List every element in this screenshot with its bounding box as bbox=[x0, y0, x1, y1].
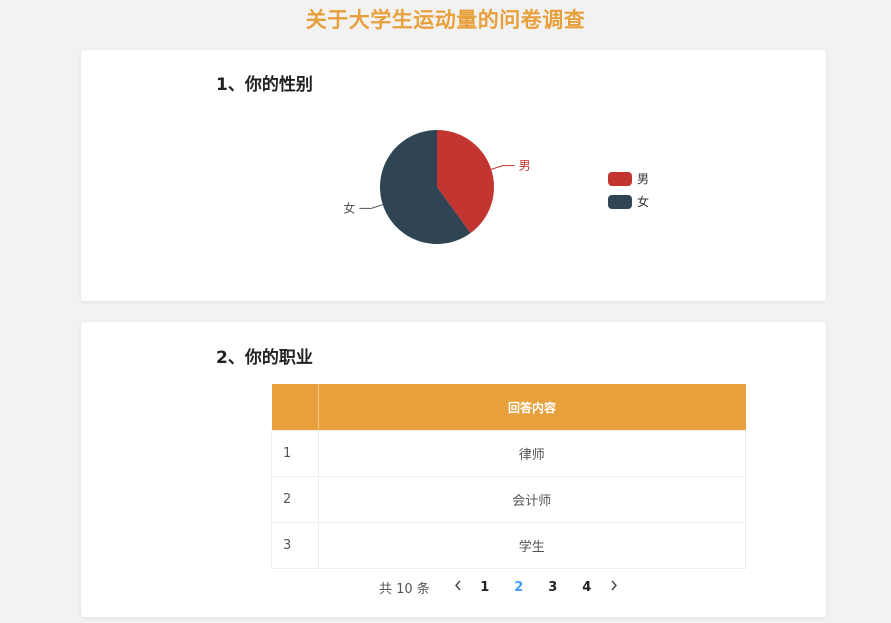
page-title: 关于大学生运动量的问卷调查 bbox=[305, 8, 586, 32]
pie-leader-line bbox=[491, 165, 515, 170]
page-3-button[interactable]: 3 bbox=[536, 580, 570, 595]
legend-swatch-female bbox=[608, 194, 632, 209]
gender-pie-chart: 男女 bbox=[343, 130, 531, 244]
row-answer: 学生 bbox=[317, 522, 746, 569]
legend-swatch-male bbox=[608, 171, 632, 186]
pie-label: 女 bbox=[343, 200, 355, 215]
legend-item-male[interactable]: 男 bbox=[608, 167, 649, 190]
legend-label: 男 bbox=[637, 172, 650, 186]
table-row: 1 律师 bbox=[271, 430, 746, 477]
row-index: 3 bbox=[271, 522, 319, 569]
row-index: 1 bbox=[271, 430, 319, 477]
row-answer: 律师 bbox=[317, 430, 746, 477]
answers-table: 回答内容 1 律师 2 会计师 3 学生 bbox=[271, 384, 746, 569]
row-index: 2 bbox=[271, 476, 319, 523]
question-card-gender: 1、你的性别 男女 男 女 bbox=[81, 50, 826, 301]
pie-label: 男 bbox=[519, 159, 531, 173]
pie-leader-line bbox=[359, 204, 383, 209]
pagination: 共 10 条 1 2 3 4 bbox=[379, 577, 624, 597]
legend-item-female[interactable]: 女 bbox=[608, 190, 649, 213]
column-header-answer: 回答内容 bbox=[318, 384, 746, 431]
chevron-left-icon[interactable] bbox=[448, 580, 468, 595]
row-answer: 会计师 bbox=[317, 476, 746, 523]
table-row: 2 会计师 bbox=[271, 476, 746, 523]
table-header-row: 回答内容 bbox=[271, 384, 746, 431]
table-row: 3 学生 bbox=[271, 522, 746, 569]
legend-label: 女 bbox=[637, 195, 650, 209]
column-header-index bbox=[271, 384, 319, 431]
chevron-right-icon[interactable] bbox=[604, 580, 624, 595]
pagination-total: 共 10 条 bbox=[379, 581, 430, 597]
page-4-button[interactable]: 4 bbox=[570, 580, 604, 595]
page-2-button[interactable]: 2 bbox=[502, 580, 536, 595]
question-card-occupation: 2、你的职业 回答内容 1 律师 2 会计师 3 学生 共 10 条 1 2 3… bbox=[81, 322, 826, 617]
chart-legend: 男 女 bbox=[608, 167, 649, 213]
page-1-button[interactable]: 1 bbox=[468, 580, 502, 595]
question-title: 2、你的职业 bbox=[216, 348, 313, 368]
